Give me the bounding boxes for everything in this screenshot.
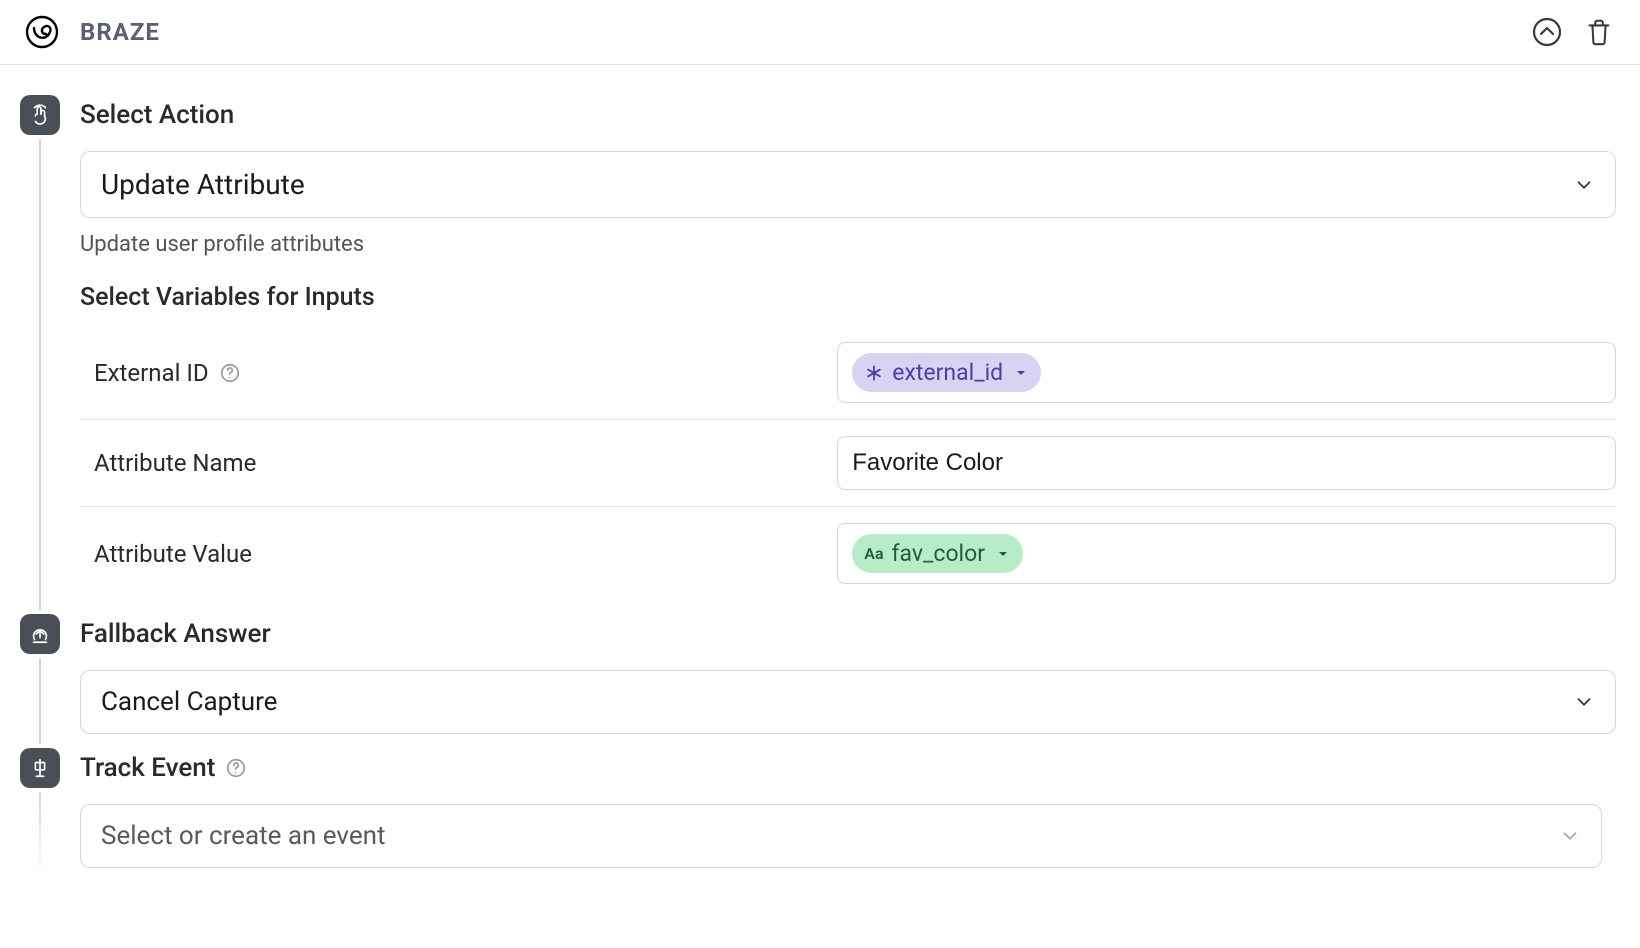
chip-label: external_id xyxy=(892,359,1003,386)
var-label-text: Attribute Name xyxy=(94,449,256,477)
var-label-text: Attribute Value xyxy=(94,540,252,568)
brand: BRAZE xyxy=(24,14,160,50)
fallback-step-icon xyxy=(20,614,60,654)
var-label-attr-value: Attribute Value xyxy=(80,540,817,568)
fallback-select-value: Cancel Capture xyxy=(101,687,277,717)
header-actions xyxy=(1530,15,1616,49)
var-row-attr-name: Attribute Name xyxy=(80,420,1616,507)
section-track-event: Track Event Select or create an event xyxy=(20,748,1616,882)
var-row-attr-value: Attribute Value Aa fav_color xyxy=(80,507,1616,600)
help-icon[interactable] xyxy=(219,362,241,384)
var-label-attr-name: Attribute Name xyxy=(80,449,817,477)
collapse-icon[interactable] xyxy=(1530,15,1564,49)
external-id-variable-chip[interactable]: external_id xyxy=(852,353,1041,392)
caret-down-icon xyxy=(997,548,1009,560)
caret-down-icon xyxy=(1015,367,1027,379)
timeline xyxy=(20,95,60,614)
timeline-connector xyxy=(39,139,41,610)
var-row-external-id: External ID xyxy=(80,326,1616,420)
chevron-down-icon xyxy=(1573,174,1595,196)
brand-name: BRAZE xyxy=(80,18,160,46)
variables-header: Select Variables for Inputs xyxy=(80,283,1616,312)
var-label-text: External ID xyxy=(94,359,209,387)
attr-value-variable-chip[interactable]: Aa fav_color xyxy=(852,534,1023,573)
var-label-external-id: External ID xyxy=(80,359,817,387)
chip-label: fav_color xyxy=(892,540,986,567)
text-type-icon: Aa xyxy=(864,544,883,563)
action-description: Update user profile attributes xyxy=(80,232,1616,257)
braze-logo-icon xyxy=(24,14,60,50)
chevron-down-icon xyxy=(1573,691,1595,713)
track-event-select[interactable]: Select or create an event xyxy=(80,804,1602,868)
section-title-text: Track Event xyxy=(80,748,215,788)
attr-value-input[interactable]: Aa fav_color xyxy=(837,523,1616,584)
track-event-placeholder: Select or create an event xyxy=(101,821,386,851)
fallback-title: Fallback Answer xyxy=(80,614,1616,654)
timeline-connector xyxy=(39,792,41,878)
action-step-icon xyxy=(20,95,60,135)
action-select-value: Update Attribute xyxy=(101,168,305,201)
timeline xyxy=(20,614,60,748)
help-icon[interactable] xyxy=(225,757,247,779)
trash-icon[interactable] xyxy=(1582,15,1616,49)
attr-name-field[interactable] xyxy=(852,449,1601,477)
select-action-title: Select Action xyxy=(80,95,1616,135)
section-select-action: Select Action Update Attribute Update us… xyxy=(20,95,1616,614)
timeline-connector xyxy=(39,658,41,744)
attr-name-input[interactable] xyxy=(837,436,1616,490)
content: Select Action Update Attribute Update us… xyxy=(0,65,1640,912)
track-event-title: Track Event xyxy=(80,748,1616,788)
asterisk-icon xyxy=(864,363,884,383)
chevron-down-icon xyxy=(1559,825,1581,847)
external-id-input[interactable]: external_id xyxy=(837,342,1616,403)
section-fallback: Fallback Answer Cancel Capture xyxy=(20,614,1616,748)
fallback-select[interactable]: Cancel Capture xyxy=(80,670,1616,734)
integration-header: BRAZE xyxy=(0,0,1640,65)
action-select[interactable]: Update Attribute xyxy=(80,151,1616,218)
track-step-icon xyxy=(20,748,60,788)
variables-group: Select Variables for Inputs External ID xyxy=(80,283,1616,600)
timeline xyxy=(20,748,60,882)
